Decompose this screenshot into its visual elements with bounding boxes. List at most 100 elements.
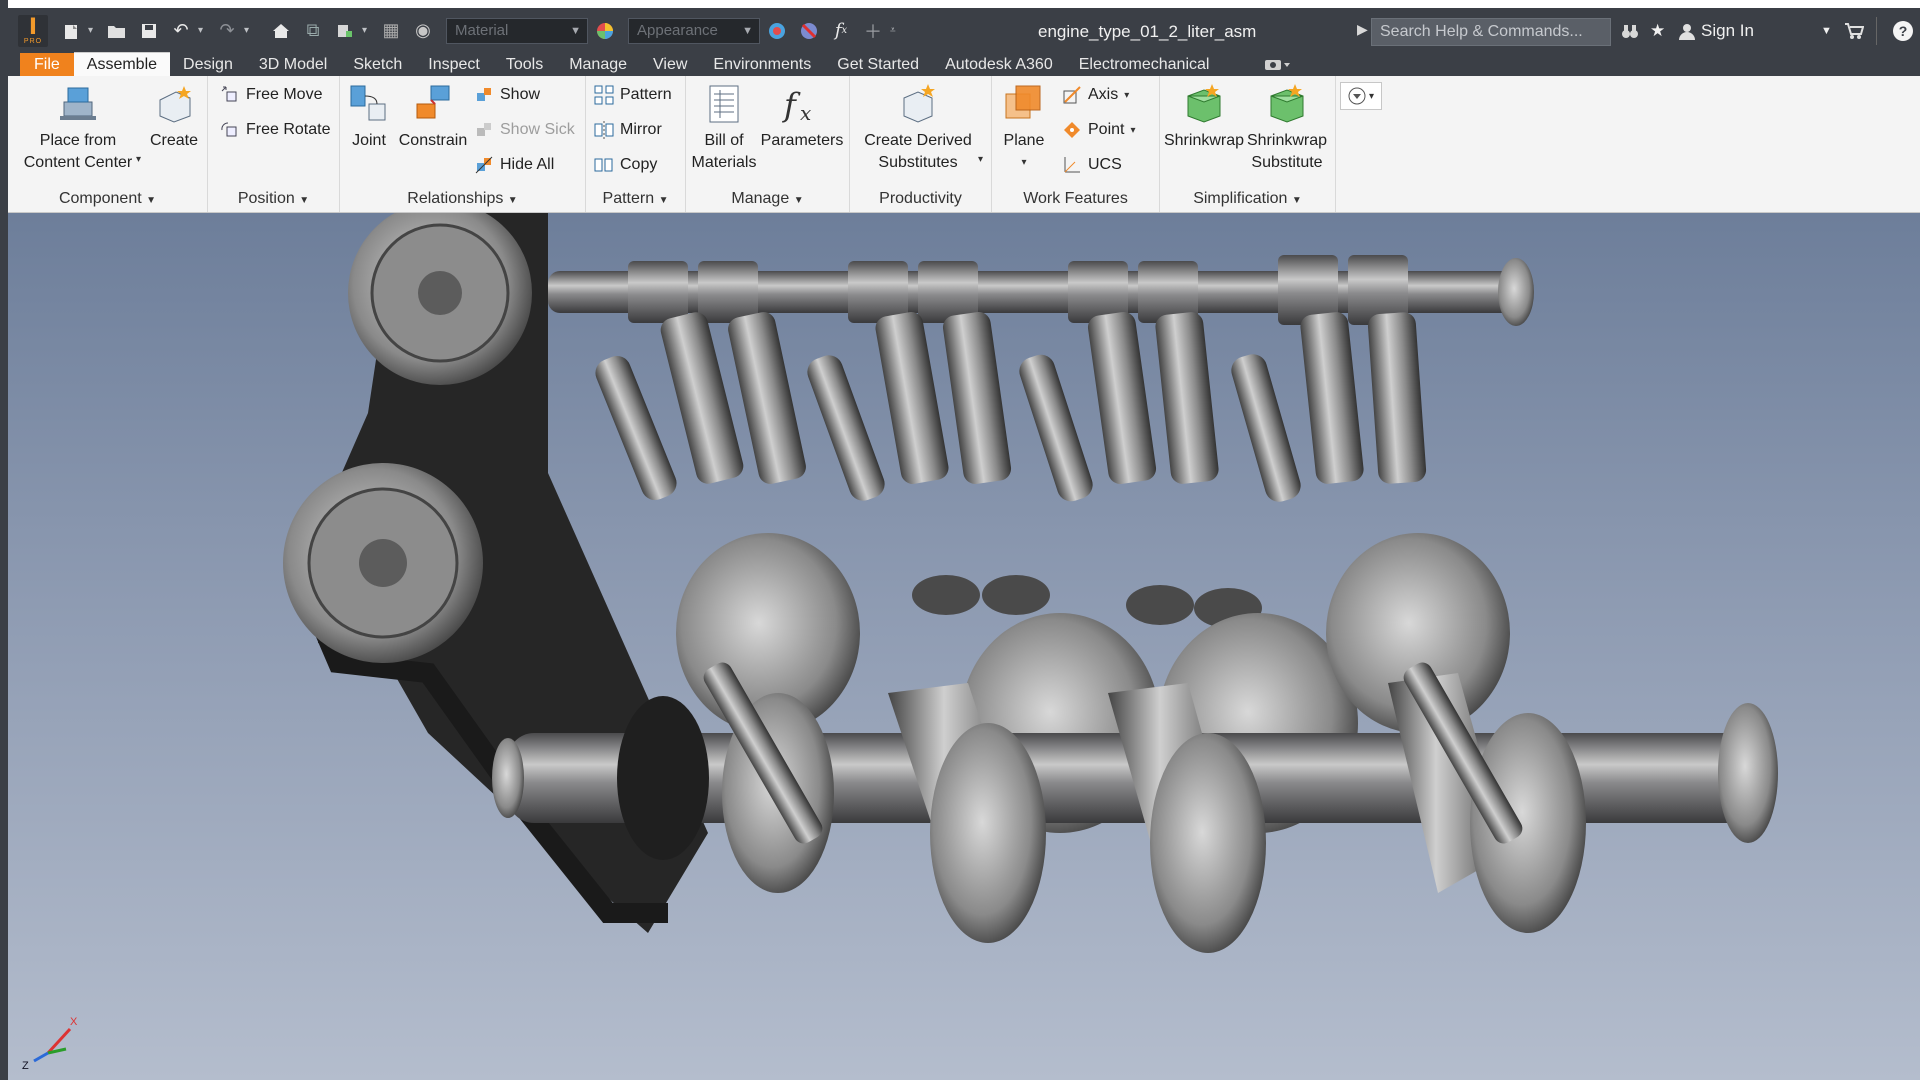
- create-component-button[interactable]: Create: [148, 82, 200, 152]
- update-icon[interactable]: ⧉: [298, 15, 328, 47]
- component-icon[interactable]: ▦: [376, 15, 406, 47]
- shrinkwrap-substitute-button[interactable]: Shrinkwrap Substitute: [1246, 82, 1328, 174]
- shrinkwrap-button[interactable]: Shrinkwrap: [1164, 82, 1244, 152]
- chevron-down-icon[interactable]: ▾: [244, 25, 256, 36]
- select-icon[interactable]: [330, 15, 360, 47]
- tab-sketch[interactable]: Sketch: [340, 53, 415, 76]
- content-center-icon: [60, 87, 96, 120]
- chevron-down-icon[interactable]: ▾: [362, 25, 374, 36]
- free-move-button[interactable]: Free Move: [220, 81, 322, 109]
- tab-autodesk-a360[interactable]: Autodesk A360: [932, 53, 1066, 76]
- show-icon: [477, 88, 491, 101]
- ribbon-display-toggle[interactable]: [1250, 53, 1304, 76]
- plane-button[interactable]: Plane ▾: [998, 82, 1050, 174]
- fx-parameters-icon: f x: [782, 86, 811, 125]
- tab-assemble[interactable]: Assemble: [73, 52, 171, 76]
- chevron-down-icon[interactable]: ▾: [88, 25, 100, 36]
- cart-icon[interactable]: [1844, 16, 1864, 46]
- free-rotate-button[interactable]: Free Rotate: [220, 116, 330, 144]
- tab-electromechanical[interactable]: Electromechanical: [1066, 53, 1223, 76]
- appearance-select[interactable]: Appearance ▼: [628, 17, 760, 44]
- axis-button[interactable]: Axis ▾: [1062, 81, 1129, 109]
- dropdown-circle-icon: [1348, 87, 1366, 105]
- bom-label-line1: Bill of: [704, 132, 744, 149]
- ucs-label: UCS: [1088, 156, 1122, 173]
- chevron-right-icon[interactable]: ▶: [1357, 21, 1368, 38]
- chevron-down-icon[interactable]: ▼: [1821, 16, 1832, 46]
- derived-label-line2: Substitutes: [878, 154, 958, 171]
- panel-label-relationships[interactable]: Relationships ▼: [340, 190, 585, 208]
- user-icon[interactable]: [1678, 16, 1696, 46]
- help-icon[interactable]: ?: [1892, 16, 1914, 46]
- panel-component: Place from Content Center ▾ Create Compo…: [8, 76, 208, 212]
- chevron-down-icon: ▼: [742, 24, 753, 37]
- panel-position: Free Move Free Rotate Position ▼: [208, 76, 340, 212]
- show-sick-icon: [477, 123, 491, 136]
- tab-file[interactable]: File: [20, 53, 74, 76]
- crank-pulley[interactable]: [283, 463, 483, 663]
- create-derived-substitutes-button[interactable]: Create Derived Substitutes: [854, 82, 982, 174]
- open-folder-icon[interactable]: [102, 15, 132, 47]
- chevron-down-icon[interactable]: ▾: [136, 154, 141, 165]
- panel-label-component[interactable]: Component ▼: [8, 190, 207, 208]
- hide-all-button[interactable]: Hide All: [474, 151, 554, 179]
- clear-appearance-icon[interactable]: [794, 15, 824, 47]
- point-button[interactable]: Point ▾: [1062, 116, 1136, 144]
- show-sick-button[interactable]: Show Sick: [474, 116, 575, 144]
- search-input[interactable]: Search Help & Commands...: [1371, 18, 1611, 46]
- engine-assembly-model[interactable]: X Z: [8, 213, 1920, 1080]
- pattern-button[interactable]: Pattern: [594, 81, 672, 109]
- chevron-down-icon[interactable]: ▾: [198, 25, 210, 36]
- globe-icon[interactable]: ◉: [408, 15, 438, 47]
- panel-label-simplification[interactable]: Simplification ▼: [1160, 190, 1335, 208]
- home-icon[interactable]: [266, 15, 296, 47]
- tab-view[interactable]: View: [640, 53, 700, 76]
- plus-icon[interactable]: ＋: [858, 15, 888, 47]
- save-icon[interactable]: [134, 15, 164, 47]
- tab-inspect[interactable]: Inspect: [415, 53, 493, 76]
- redo-icon[interactable]: ↷: [212, 15, 242, 47]
- ucs-button[interactable]: UCS: [1062, 151, 1122, 179]
- panel-label-pattern[interactable]: Pattern ▼: [586, 190, 685, 208]
- shrinkwrap-substitute-line1: Shrinkwrap: [1246, 132, 1328, 149]
- place-from-content-center-button[interactable]: Place from Content Center: [22, 82, 134, 174]
- color-wheel-icon[interactable]: [590, 15, 620, 47]
- tab-tools[interactable]: Tools: [493, 53, 556, 76]
- new-file-icon[interactable]: [56, 15, 86, 47]
- binoculars-icon[interactable]: [1621, 16, 1639, 46]
- joint-icon: [350, 85, 386, 121]
- graphics-viewport[interactable]: X Z: [8, 213, 1920, 1080]
- panel-label-position[interactable]: Position ▼: [208, 190, 339, 208]
- view-triad[interactable]: X Z: [22, 1016, 78, 1072]
- adjust-appearance-icon[interactable]: [762, 15, 792, 47]
- joint-button[interactable]: Joint: [344, 82, 394, 152]
- hide-all-label: Hide All: [500, 156, 555, 173]
- undo-icon[interactable]: ↶: [166, 15, 196, 47]
- pattern-label: Pattern: [620, 86, 672, 103]
- tab-manage[interactable]: Manage: [556, 53, 640, 76]
- crankshaft[interactable]: [492, 673, 1778, 953]
- parameters-button[interactable]: f x Parameters: [758, 82, 846, 152]
- chevron-down-icon[interactable]: ▾: [978, 154, 983, 165]
- tab-3d-model[interactable]: 3D Model: [246, 53, 340, 76]
- show-button[interactable]: Show: [474, 81, 540, 109]
- mirror-button[interactable]: Mirror: [594, 116, 662, 144]
- plane-icon: [1005, 85, 1041, 119]
- fx-icon[interactable]: fx: [826, 15, 856, 47]
- ribbon-overflow-button[interactable]: ▾: [1340, 82, 1382, 110]
- sign-in-link[interactable]: Sign In: [1701, 16, 1754, 46]
- material-select[interactable]: Material ▼: [446, 17, 588, 44]
- customize-icon[interactable]: ⩡: [890, 25, 902, 36]
- panel-label-manage[interactable]: Manage ▼: [686, 190, 849, 208]
- tab-environments[interactable]: Environments: [700, 53, 824, 76]
- tab-get-started[interactable]: Get Started: [824, 53, 932, 76]
- app-logo[interactable]: I PRO: [18, 15, 48, 47]
- copy-button[interactable]: Copy: [594, 151, 657, 179]
- ribbon-panel: Place from Content Center ▾ Create Compo…: [8, 76, 1920, 213]
- tab-design[interactable]: Design: [170, 53, 246, 76]
- pattern-icon: [594, 85, 614, 105]
- star-icon[interactable]: ★: [1650, 16, 1665, 46]
- bill-of-materials-button[interactable]: Bill of Materials: [690, 82, 758, 174]
- shrinkwrap-icon: [1187, 84, 1221, 123]
- constrain-button[interactable]: Constrain: [396, 82, 470, 152]
